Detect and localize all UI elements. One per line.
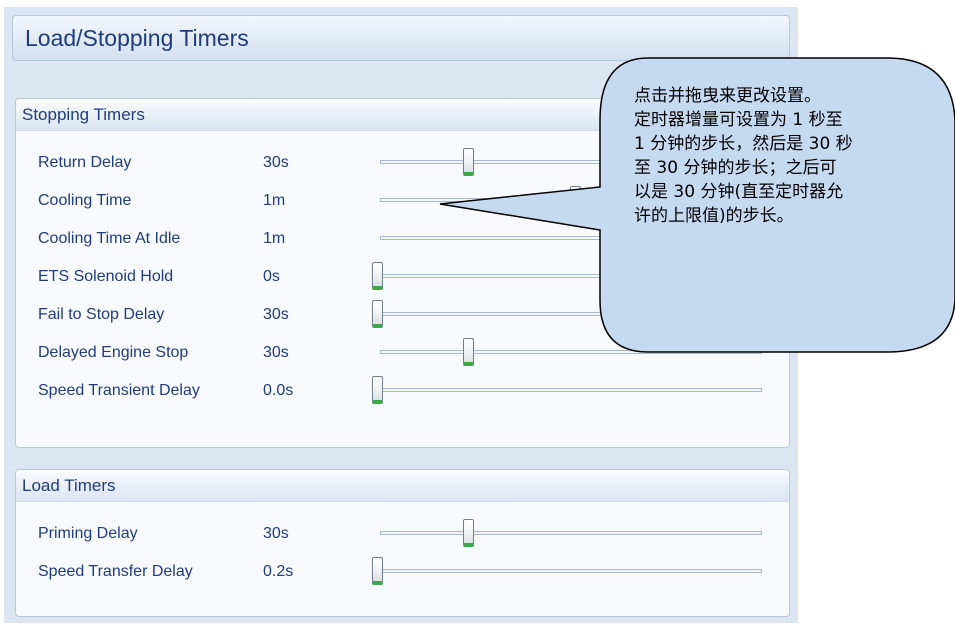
slider-track[interactable] — [380, 236, 762, 240]
timer-value: 0.0s — [263, 382, 294, 399]
load-timers-group: Load Timers Priming Delay 30s Speed Tran… — [15, 469, 790, 617]
slider-track[interactable] — [380, 312, 762, 316]
slider-thumb-icon[interactable] — [607, 224, 619, 252]
slider-thumb-icon[interactable] — [372, 376, 383, 404]
slider-thumb-icon[interactable] — [372, 262, 383, 290]
callout-line: 点击并拖曳来更改设置。 — [634, 86, 821, 106]
callout-line: 定时器增量可设置为 1 秒至 — [634, 110, 843, 130]
timer-label: Cooling Time — [38, 192, 132, 209]
timer-label: Cooling Time At Idle — [38, 230, 181, 247]
timer-value: 30s — [263, 154, 289, 171]
timer-value: 0.2s — [263, 563, 294, 580]
slider-track[interactable] — [380, 388, 762, 392]
slider-thumb-icon[interactable] — [372, 300, 383, 328]
timer-label: Fail to Stop Delay — [38, 306, 165, 323]
slider-thumb-icon[interactable] — [569, 186, 581, 214]
timer-label: Delayed Engine Stop — [38, 344, 189, 361]
slider-track[interactable] — [380, 569, 762, 573]
timer-row-priming-delay: Priming Delay 30s — [16, 516, 789, 554]
slider-thumb-icon[interactable] — [372, 557, 383, 585]
slider-thumb-icon[interactable] — [463, 148, 475, 176]
timer-value: 30s — [263, 344, 289, 361]
timer-label: Speed Transfer Delay — [38, 563, 193, 580]
timer-value: 30s — [263, 306, 289, 323]
timer-value: 30s — [263, 525, 289, 542]
slider-track[interactable] — [380, 531, 762, 535]
callout-line: 许的上限值)的步长。 — [634, 206, 794, 226]
callout-line: 1 分钟的步长，然后是 30 秒 — [634, 134, 853, 154]
timer-row-fail-to-stop-delay: Fail to Stop Delay 30s — [16, 297, 789, 335]
page-title: Load/Stopping Timers — [25, 25, 249, 51]
title-bar: Load/Stopping Timers — [12, 15, 790, 61]
callout-line: 以是 30 分钟(直至定时器允 — [634, 182, 844, 202]
timer-value: 1m — [263, 230, 286, 247]
timer-row-ets-solenoid-hold: ETS Solenoid Hold 0s — [16, 259, 789, 297]
timer-value: 1m — [263, 192, 286, 209]
stopping-timers-title: Stopping Timers — [22, 105, 145, 124]
timer-row-speed-transient-delay: Speed Transient Delay 0.0s — [16, 373, 789, 411]
timer-row-speed-transfer-delay: Speed Transfer Delay 0.2s — [16, 554, 789, 592]
timer-value: 0s — [263, 268, 280, 285]
timer-row-delayed-engine-stop: Delayed Engine Stop 30s — [16, 335, 789, 373]
slider-thumb-icon[interactable] — [463, 338, 475, 366]
timer-label: Speed Transient Delay — [38, 382, 200, 399]
load-timers-title: Load Timers — [22, 476, 116, 495]
load-timers-header: Load Timers — [16, 470, 789, 502]
slider-thumb-icon[interactable] — [463, 519, 475, 547]
timer-label: Priming Delay — [38, 525, 138, 542]
slider-track[interactable] — [380, 274, 762, 278]
callout-text: 点击并拖曳来更改设置。 定时器增量可设置为 1 秒至 1 分钟的步长，然后是 3… — [634, 84, 934, 228]
slider-track[interactable] — [380, 350, 762, 354]
timer-label: ETS Solenoid Hold — [38, 268, 174, 285]
timer-label: Return Delay — [38, 154, 132, 171]
callout-line: 至 30 分钟的步长；之后可 — [634, 158, 837, 178]
